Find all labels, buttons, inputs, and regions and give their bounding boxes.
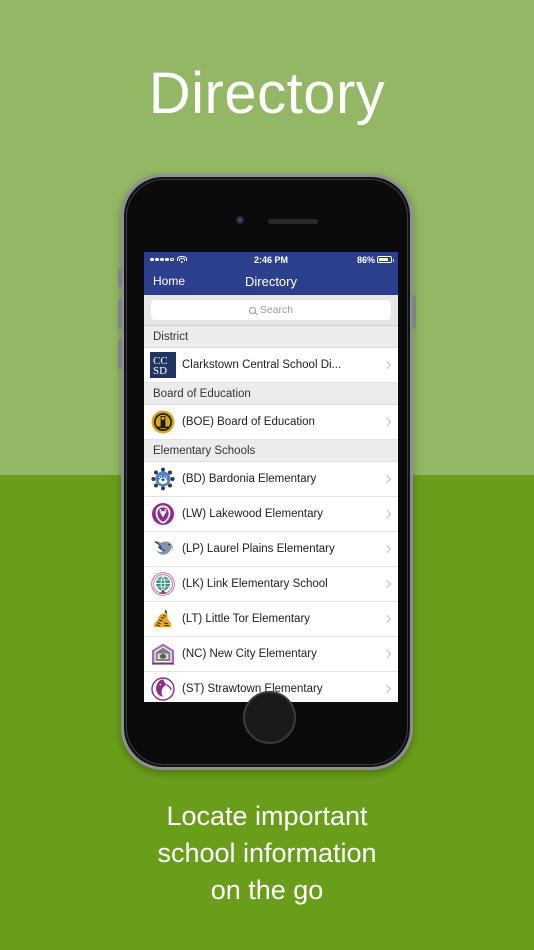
lakewood-lion-logo-icon <box>150 501 176 527</box>
status-bar: 2:46 PM 86% <box>144 252 398 267</box>
power-button <box>412 295 416 329</box>
chevron-right-icon <box>382 360 392 370</box>
chevron-right-icon <box>382 544 392 554</box>
search-placeholder: Search <box>259 304 294 316</box>
caption: Locate important school information on t… <box>0 798 534 909</box>
section-header-district: District <box>144 326 398 348</box>
laurel-plains-eagle-logo-icon <box>150 536 176 562</box>
chevron-right-icon <box>382 614 392 624</box>
boe-seal-logo-icon <box>150 409 176 435</box>
caption-line-3: on the go <box>210 875 324 905</box>
little-tor-tiger-logo-icon <box>150 606 176 632</box>
nav-bar: Home Directory <box>144 267 398 295</box>
search-icon <box>248 306 256 314</box>
list-item[interactable]: (LW) Lakewood Elementary <box>144 497 398 532</box>
ccsd-logo-icon: CC SD <box>150 352 176 378</box>
phone-mockup: 2:46 PM 86% Home Directory Search Distri… <box>118 174 416 770</box>
list-item-label: (BD) Bardonia Elementary <box>182 473 317 485</box>
front-camera-icon <box>236 216 244 224</box>
status-right: 86% <box>356 254 394 265</box>
svg-text:SD: SD <box>153 365 167 377</box>
list-item[interactable]: CC SD Clarkstown Central School Di... <box>144 348 398 383</box>
list-item[interactable]: (LP) Laurel Plains Elementary <box>144 532 398 567</box>
ringer-switch <box>118 269 122 287</box>
link-globe-logo-icon <box>150 571 176 597</box>
list-item[interactable]: (NC) New City Elementary <box>144 637 398 672</box>
volume-down-button <box>118 339 122 369</box>
list-item-label: (LW) Lakewood Elementary <box>182 508 324 520</box>
list-item-label: Clarkstown Central School Di... <box>182 359 342 371</box>
list-item[interactable]: (BD) Bardonia Elementary <box>144 462 398 497</box>
list-item-label: (LT) Little Tor Elementary <box>182 613 311 625</box>
caption-line-2: school information <box>157 838 377 868</box>
list-item[interactable]: (LT) Little Tor Elementary <box>144 602 398 637</box>
battery-percent: 86% <box>356 254 375 265</box>
list-item-label: (NC) New City Elementary <box>182 648 317 660</box>
phone-bezel: 2:46 PM 86% Home Directory Search Distri… <box>126 179 408 765</box>
home-button-icon[interactable] <box>243 691 296 744</box>
strawtown-horse-logo-icon <box>150 676 176 702</box>
list-item-label: (BOE) Board of Education <box>182 416 315 428</box>
volume-up-button <box>118 299 122 329</box>
page-title: Directory <box>148 61 386 126</box>
nav-title: Directory <box>244 273 297 289</box>
directory-list[interactable]: District CC SD Clarkstown Central School… <box>144 326 398 702</box>
chevron-right-icon <box>382 474 392 484</box>
search-input[interactable]: Search <box>151 300 391 320</box>
bardonia-bulldog-logo-icon <box>150 466 176 492</box>
chevron-right-icon <box>382 417 392 427</box>
chevron-right-icon <box>382 579 392 589</box>
section-header-board-of-education: Board of Education <box>144 383 398 405</box>
chevron-right-icon <box>382 649 392 659</box>
list-item[interactable]: (BOE) Board of Education <box>144 405 398 440</box>
list-item[interactable]: (LK) Link Elementary School <box>144 567 398 602</box>
section-header-elementary-schools: Elementary Schools <box>144 440 398 462</box>
list-item-label: (LP) Laurel Plains Elementary <box>182 543 335 555</box>
battery-icon <box>377 255 394 264</box>
chevron-right-icon <box>382 684 392 694</box>
new-city-schoolhouse-logo-icon <box>150 641 176 667</box>
earpiece-speaker-icon <box>268 219 318 224</box>
list-item-label: (LK) Link Elementary School <box>182 578 328 590</box>
caption-line-1: Locate important <box>166 801 368 831</box>
search-container: Search <box>144 295 398 326</box>
phone-screen: 2:46 PM 86% Home Directory Search Distri… <box>144 252 398 702</box>
chevron-right-icon <box>382 509 392 519</box>
